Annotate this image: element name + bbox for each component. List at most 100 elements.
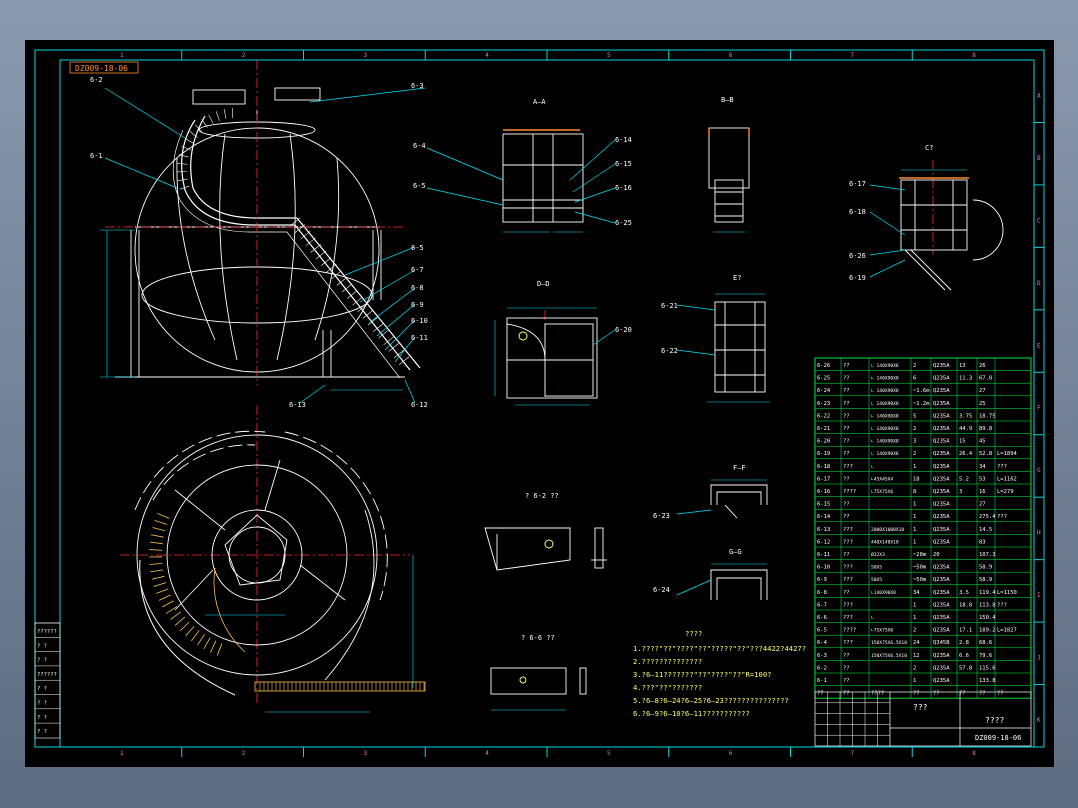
bom-cell: 45 [979, 439, 986, 445]
bom-cell: 275.4 [979, 514, 996, 520]
bom-cell: Q235A [933, 565, 950, 571]
bom-cell: 6-10 [817, 565, 830, 571]
bom-cell: ?? [843, 451, 850, 457]
callout-6-24: 6-24 [653, 586, 670, 594]
bom-cell: 6-3 [817, 653, 827, 659]
bom-cell: ~50m [913, 577, 927, 583]
bom-cell: ∟ [871, 465, 874, 470]
note-4: 4.???"??"??????? [633, 683, 702, 692]
callout-6-4: 6-4 [413, 142, 426, 150]
left-title-strip: ?????? ? ? ? ??????? ? ? ? ? ? ? ? ? [34, 622, 61, 739]
bom-cell: 3.5 [959, 590, 969, 596]
plan-dashed-rings [134, 430, 388, 601]
bom-cell: Q235A [933, 653, 950, 659]
bom-cell: 1 [913, 602, 916, 608]
callout-6-11: 6-11 [411, 334, 428, 342]
notes-heading: ???? [685, 629, 702, 638]
bom-cell: 18.75 [979, 413, 996, 419]
bom-cell: 68.6 [979, 640, 992, 646]
callout-6-9: 6-9 [411, 301, 424, 309]
note-3: 3.?6—11???????"??"????"??"R=100? [633, 670, 771, 679]
title-main: ??? [913, 703, 928, 712]
bom-cell: 13 [959, 363, 966, 369]
callout-6-26: 6-26 [849, 252, 866, 260]
border-letter: B [1037, 155, 1041, 162]
bom-cell: 58.9 [979, 565, 992, 571]
section-dd-view [506, 317, 598, 399]
note-5: 5.?6—8?6—24?6—25?6—23??????????????? [633, 696, 789, 705]
bom-cell: 6-20 [817, 439, 830, 445]
bom-cell: Q235A [933, 577, 950, 583]
border-number-bottom: 2 [242, 750, 246, 757]
bom-cell: ∟45X45X4 [871, 476, 893, 482]
bom-cell: Q235A [933, 514, 950, 520]
bom-cell: 1 [913, 527, 916, 533]
bom-cell: 6 [913, 376, 916, 382]
bom-cell: 115.6 [979, 665, 996, 671]
section-ff-view [710, 484, 768, 519]
left-strip-cell: ? ? [37, 701, 47, 707]
bom-cell: 2 [913, 665, 916, 671]
bom-cell: ∟140X90X8 [871, 590, 896, 596]
bom-cell: 57.8 [959, 665, 972, 671]
detail-part-6-2 [484, 527, 607, 571]
bom-cell: Q235A [933, 476, 950, 482]
left-strip-cell: ?????? [37, 672, 57, 678]
bom-cell: 189.2 [979, 628, 996, 634]
bom-cell: Q235A [933, 628, 950, 634]
bom-cell: 5 [913, 413, 916, 419]
title-part-6-2: ? 6-2 ?? [525, 492, 559, 500]
bom-cell: ??? [997, 464, 1007, 470]
bom-cell: ?? [843, 376, 850, 382]
callout-6-23: 6-23 [653, 512, 670, 520]
bom-cell: ∟ 140X90X8 [871, 413, 899, 419]
bom-header-cell: ?? [817, 691, 824, 697]
center-lines [105, 60, 934, 705]
callout-6-14: 6-14 [615, 136, 632, 144]
bom-cell: 133.8 [979, 678, 996, 684]
bom-header-cell: ?? [997, 691, 1004, 697]
bom-cell: 6-15 [817, 502, 830, 508]
cad-drawing-sheet[interactable]: 1122334455667788ABCDEFGHIJK DZ009-18-06 [25, 40, 1054, 767]
border-number-bottom: 5 [607, 750, 611, 757]
note-6: 6.?6—9?6—10?6—11??????????? [633, 709, 750, 718]
bom-cell: ~1.2m [913, 401, 930, 407]
border-letter: A [1037, 92, 1041, 99]
border-number-bottom: 8 [972, 750, 976, 757]
drawing-canvas[interactable]: 1122334455667788ABCDEFGHIJK DZ009-18-06 [25, 40, 1054, 767]
drawing-number: DZ009-18-06 [975, 734, 1021, 742]
bom-header-cell: ?? [933, 691, 940, 697]
callout-6-16: 6-16 [615, 184, 632, 192]
bom-cell: 89.8 [979, 426, 992, 432]
bom-cell: ??? [997, 602, 1007, 608]
bom-cell: ?? [843, 401, 850, 407]
note-2: 2.?????????????? [633, 657, 702, 666]
bom-cell: ??? [843, 527, 853, 533]
bom-cell: 15 [959, 439, 966, 445]
bom-cell: 1 [913, 678, 916, 684]
title-dd: D—D [537, 280, 550, 288]
title-gg: G—G [729, 548, 742, 556]
border-letter: H [1037, 530, 1041, 537]
left-strip-cell: ? ? [37, 658, 47, 664]
bom-cell: Q235A [933, 439, 950, 445]
bom-cell: Q235A [933, 678, 950, 684]
bom-cell: 1 [913, 615, 916, 621]
border-number-top: 2 [242, 52, 246, 59]
bill-of-materials-table[interactable]: 6-26?? ∟ 140X90X8 2 Q235A 13 266-25?? ∟ 140X90… [814, 357, 1032, 699]
bom-cell: ???? [843, 489, 856, 495]
bom-cell: ?? [843, 439, 850, 445]
callout-6-17: 6-17 [849, 180, 866, 188]
bom-cell: Q235A [933, 401, 950, 407]
bom-cell: 18 [913, 476, 920, 482]
bom-cell: 6-2 [817, 665, 827, 671]
bom-cell: 26 [979, 363, 986, 369]
bom-cell: 34 [979, 464, 986, 470]
bom-cell: 26.4 [959, 451, 973, 457]
border-letter: E [1037, 342, 1041, 349]
border-number-bottom: 6 [729, 750, 733, 757]
callout-6-19: 6-19 [849, 274, 866, 282]
bom-cell: 18.8 [959, 602, 972, 608]
bom-cell: ??? [843, 602, 853, 608]
detail-part-6-6 [490, 667, 587, 695]
